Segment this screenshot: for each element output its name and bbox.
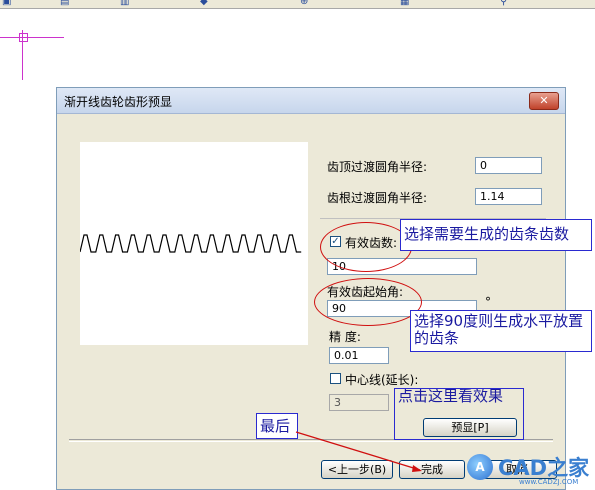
callout-last: 最后 xyxy=(256,413,298,439)
toolbar-icon[interactable]: ⊕ xyxy=(300,0,308,7)
crosshair-pickbox xyxy=(19,33,28,42)
dialog-titlebar: 渐开线齿轮齿形预显 ✕ xyxy=(57,88,565,114)
toolbar-icon[interactable]: ▦ xyxy=(400,0,409,7)
highlight-ellipse-angle xyxy=(314,278,422,326)
toolbar-icon[interactable]: ▤ xyxy=(60,0,69,7)
toolbar-icon[interactable]: ◆ xyxy=(200,0,208,7)
highlight-ellipse-teeth xyxy=(320,222,412,272)
tip-fillet-label: 齿顶过渡圆角半径: xyxy=(327,160,428,174)
back-button[interactable]: <上一步(B) xyxy=(321,460,393,479)
finish-button[interactable]: 完成 xyxy=(399,460,465,479)
centerline-label: 中心线(延长): xyxy=(345,373,419,387)
tip-fillet-input[interactable]: 0 xyxy=(475,157,542,174)
centerline-input[interactable]: 3 xyxy=(329,394,389,411)
start-angle-unit: ° xyxy=(485,295,491,309)
cad-toolbar: ▣ ▤ ▥ ◆ ⊕ ▦ ⚲ xyxy=(0,0,595,9)
callout-select-90: 选择90度则生成水平放置的齿条 xyxy=(410,310,592,352)
watermark-url: www.CADZJ.COM xyxy=(519,478,579,486)
precision-input[interactable]: 0.01 xyxy=(329,347,389,364)
crosshair-horizontal xyxy=(0,37,64,38)
callout-select-teeth: 选择需要生成的齿条齿数 xyxy=(400,219,592,251)
cadzj-logo: A xyxy=(467,454,493,480)
rack-preview-canvas xyxy=(80,142,308,345)
close-icon[interactable]: ✕ xyxy=(529,92,559,110)
centerline-checkbox[interactable] xyxy=(330,373,341,384)
toolbar-icon[interactable]: ⚲ xyxy=(500,0,507,7)
precision-label: 精 度: xyxy=(329,330,361,344)
callout-click-here-box xyxy=(394,388,524,440)
root-fillet-input[interactable]: 1.14 xyxy=(475,188,542,205)
toolbar-icon[interactable]: ▥ xyxy=(120,0,129,7)
dialog-title: 渐开线齿轮齿形预显 xyxy=(64,95,173,109)
rack-tooth-profile xyxy=(80,234,302,253)
root-fillet-label: 齿根过渡圆角半径: xyxy=(327,191,428,205)
toolbar-icon[interactable]: ▣ xyxy=(2,0,11,7)
